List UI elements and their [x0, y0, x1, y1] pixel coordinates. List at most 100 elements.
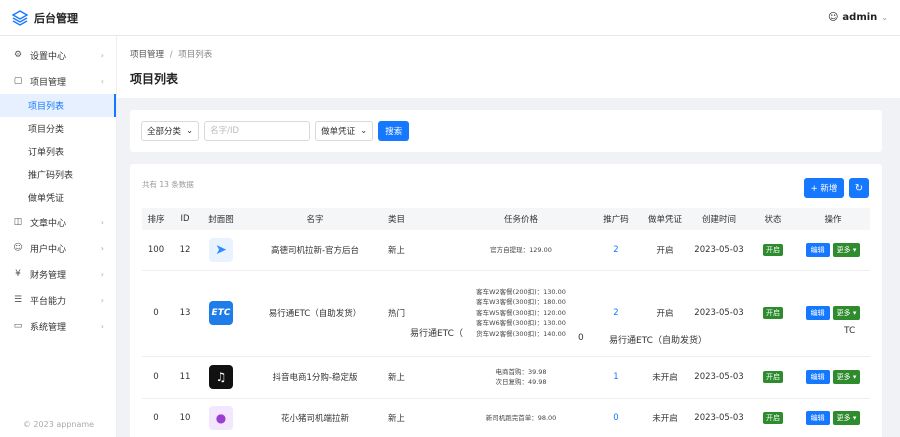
status-badge[interactable]: 开启 — [763, 412, 783, 424]
table-row: 0 10 ● 花小猪司机端拉新 新上 新司机跑完首单：98.00 0 未开启 2… — [142, 398, 870, 437]
sidebar-item-projects[interactable]: ▢ 项目管理 ‹ — [0, 68, 116, 94]
category-select[interactable]: 全部分类 ⌄ — [141, 121, 200, 141]
col-cover: 封面图 — [200, 208, 242, 230]
project-table: 排序 ID 封面图 名字 类目 任务价格 推广码 做单凭证 创建时间 状态 操作… — [142, 208, 870, 437]
more-label: 更多 — [836, 373, 851, 381]
cell-status: 开启 — [750, 356, 796, 399]
cell-qr-link[interactable]: 1 — [590, 356, 642, 399]
cover-image[interactable]: ● — [209, 406, 233, 430]
layers-logo-icon — [12, 9, 28, 26]
filter-bar: 全部分类 ⌄ 做单凭证 ⌄ 搜索 — [130, 110, 882, 152]
col-voucher: 做单凭证 — [642, 208, 688, 230]
status-badge[interactable]: 开启 — [763, 307, 783, 319]
drag-ghost-text-d: TC — [841, 326, 859, 336]
cell-category: 新上 — [388, 230, 452, 271]
price-line: 新司机跑完首单：98.00 — [485, 413, 557, 422]
cell-cover: ➤ — [200, 230, 242, 271]
drag-ghost-text-a: 易行通ETC（ — [410, 329, 463, 339]
edit-button[interactable]: 编辑 — [805, 242, 830, 257]
pig-logo-icon: ● — [215, 411, 227, 425]
cell-price: 新司机跑完首单：98.00 — [452, 398, 590, 437]
cell-name: 高德司机拉新-官方后台 — [242, 230, 388, 271]
user-menu[interactable]: ☺ admin ⌄ — [828, 12, 888, 23]
sidebar-item-settings[interactable]: ⚙ 设置中心 › — [0, 42, 116, 68]
col-sort[interactable]: 排序 — [142, 208, 170, 230]
chevron-right-icon: › — [100, 269, 104, 279]
user-icon: ☺ — [827, 12, 839, 23]
cell-qr-link[interactable]: 2 — [590, 230, 642, 271]
sidebar-item-articles[interactable]: ◫ 文章中心 › — [0, 209, 116, 235]
cell-price: 客车W2客餐(200扣)：130.00 客车W3客餐(300扣)：180.00 … — [452, 270, 590, 357]
add-button[interactable]: + 新增 — [804, 178, 844, 198]
more-button[interactable]: 更多 ▾ — [832, 306, 861, 320]
cell-voucher: 开启 — [642, 230, 688, 271]
cover-image[interactable]: ➤ — [209, 237, 233, 262]
col-status: 状态 — [750, 208, 796, 230]
voucher-select[interactable]: 做单凭证 ⌄ — [315, 121, 374, 141]
cover-image[interactable]: ♫ — [209, 365, 233, 389]
col-date: 创建时间 — [688, 208, 750, 230]
sidebar-item-label: 平台能力 — [30, 296, 67, 307]
price-line: 客车W6客餐(300扣)：130.00 — [476, 319, 566, 328]
more-button[interactable]: 更多 ▾ — [832, 411, 861, 425]
chevron-down-icon: ⌄ — [186, 126, 194, 136]
cell-id: 10 — [170, 398, 200, 437]
search-button[interactable]: 搜索 — [378, 121, 410, 141]
col-actions: 操作 — [796, 208, 870, 230]
col-id[interactable]: ID — [170, 208, 200, 230]
cell-date: 2023-05-03 — [688, 398, 750, 437]
monitor-icon: ▭ — [13, 321, 23, 331]
cell-category: 新上 — [388, 398, 452, 437]
sidebar-item-label: 文章中心 — [30, 218, 67, 229]
sidebar-subitem-project-category[interactable]: 项目分类 — [0, 117, 116, 140]
edit-button[interactable]: 编辑 — [805, 370, 830, 384]
sidebar-item-finance[interactable]: ¥ 财务管理 › — [0, 261, 116, 287]
sidebar-item-platform[interactable]: ☰ 平台能力 › — [0, 287, 116, 313]
cell-sort: 0 — [142, 270, 170, 357]
edit-button[interactable]: 编辑 — [805, 306, 830, 320]
user-icon: ☺ — [13, 243, 23, 253]
sidebar-subitem-promo-codes[interactable]: 推广码列表 — [0, 163, 116, 186]
cell-qr-link[interactable]: 0 — [590, 398, 642, 437]
chevron-right-icon: › — [100, 50, 104, 60]
cell-status: 开启 — [750, 398, 796, 437]
cell-actions: 编辑 更多 ▾ — [796, 270, 870, 357]
cell-name: 花小猪司机端拉新 — [242, 398, 388, 437]
cell-voucher: 未开启 — [642, 356, 688, 399]
more-button[interactable]: 更多 ▾ — [832, 370, 861, 384]
drag-ghost-text-c: 易行通ETC（自助发货） — [609, 336, 707, 346]
category-select-value: 全部分类 — [147, 127, 182, 137]
status-badge[interactable]: 开启 — [763, 243, 783, 256]
refresh-button[interactable]: ↻ — [849, 178, 869, 198]
sidebar-subitem-project-list[interactable]: 项目列表 — [0, 94, 116, 117]
paper-plane-icon: ➤ — [215, 241, 227, 258]
price-line: 电商首购：39.98 — [495, 367, 547, 376]
more-button[interactable]: 更多 ▾ — [832, 242, 861, 257]
chevron-right-icon: › — [100, 321, 104, 331]
page-header: 项目管理 / 项目列表 项目列表 — [117, 36, 900, 98]
cell-name: 抖音电商1分购-稳定版 — [242, 356, 388, 399]
sidebar-item-users[interactable]: ☺ 用户中心 › — [0, 235, 116, 261]
more-label: 更多 — [836, 414, 851, 422]
col-price: 任务价格 — [452, 208, 590, 230]
cover-image[interactable]: ETC — [209, 301, 233, 325]
sidebar-subitem-vouchers[interactable]: 做单凭证 — [0, 186, 116, 209]
copyright: © 2023 appname — [22, 420, 95, 429]
voucher-select-value: 做单凭证 — [321, 127, 356, 137]
search-input[interactable] — [204, 121, 311, 141]
price-line: 客车W3客餐(300扣)：180.00 — [476, 298, 566, 307]
sidebar: ⚙ 设置中心 › ▢ 项目管理 ‹ 项目列表 项目分类 订单列表 推广码列表 做… — [0, 36, 117, 437]
book-icon: ◫ — [13, 217, 23, 227]
sidebar-item-label: 设置中心 — [30, 51, 67, 62]
table-card: 共有 13 条数据 + 新增 ↻ 排序 ID 封面图 名字 类目 任务价格 推广… — [130, 164, 882, 437]
status-badge[interactable]: 开启 — [763, 371, 783, 383]
sidebar-subitem-order-list[interactable]: 订单列表 — [0, 140, 116, 163]
cell-date: 2023-05-03 — [688, 230, 750, 271]
edit-button[interactable]: 编辑 — [805, 411, 830, 425]
logo[interactable]: 后台管理 — [12, 9, 78, 26]
more-label: 更多 — [836, 245, 851, 254]
sidebar-item-label: 财务管理 — [30, 270, 67, 281]
breadcrumb-parent[interactable]: 项目管理 — [130, 50, 164, 60]
cell-sort: 100 — [142, 230, 170, 271]
sidebar-item-system[interactable]: ▭ 系统管理 › — [0, 313, 116, 339]
